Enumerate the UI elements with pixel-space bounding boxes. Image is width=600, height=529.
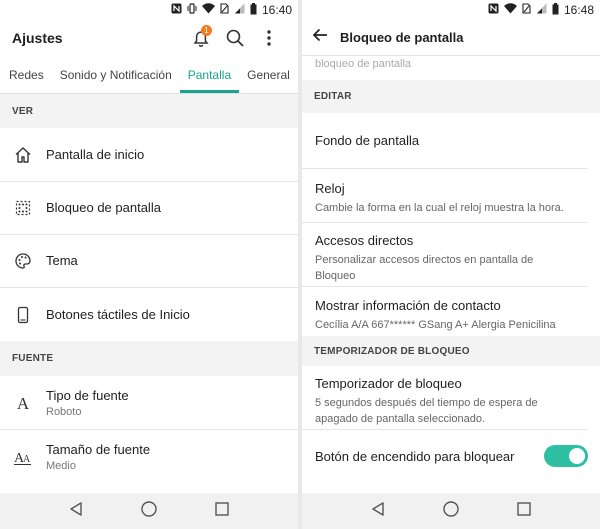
tab-pantalla[interactable]: Pantalla xyxy=(179,68,240,93)
settings-screen: 16:40 Ajustes 1 Redes Sonido y Notificac… xyxy=(0,0,298,529)
list-item-tema[interactable]: Tema xyxy=(0,235,298,288)
item-description: Cambie la forma en la cual el reloj mues… xyxy=(315,202,564,214)
font-type-icon: A xyxy=(0,394,46,412)
phone-icon xyxy=(0,306,46,324)
item-label: Botón de encendido para bloquear xyxy=(315,448,515,464)
power-lock-toggle[interactable] xyxy=(544,445,588,467)
no-sim-icon xyxy=(522,3,531,17)
list-item-botones-tactiles[interactable]: Botones táctiles de Inicio xyxy=(0,288,298,341)
section-header-editar: EDITAR xyxy=(302,80,600,113)
list-item-reloj[interactable]: Reloj Cambie la forma en la cual el relo… xyxy=(302,169,588,223)
item-label: Bloqueo de pantalla xyxy=(46,200,161,215)
list-item-boton-encendido[interactable]: Botón de encendido para bloquear xyxy=(302,430,588,482)
tab-sonido-notificacion[interactable]: Sonido y Notificación xyxy=(52,68,180,93)
list-item-fondo-pantalla[interactable]: Fondo de pantalla xyxy=(302,113,588,169)
list-item-informacion-contacto[interactable]: Mostrar información de contacto Cecília … xyxy=(302,287,588,336)
status-bar: 16:40 xyxy=(0,0,298,20)
item-label: Botones táctiles de Inicio xyxy=(46,306,190,322)
font-size-icon: AA xyxy=(0,448,46,466)
item-label: Accesos directos xyxy=(315,233,414,248)
item-label: Tamaño de fuente xyxy=(46,442,151,457)
back-arrow-icon[interactable] xyxy=(312,27,328,48)
svg-text:A: A xyxy=(17,394,30,412)
cut-off-text: bloqueo de pantalla xyxy=(315,58,412,70)
item-value: Roboto xyxy=(46,405,82,418)
app-header: Bloqueo de pantalla xyxy=(302,20,600,56)
wifi-icon xyxy=(201,3,215,17)
nfc-icon xyxy=(488,3,499,17)
vibrate-icon xyxy=(187,3,197,17)
home-nav-icon[interactable] xyxy=(442,500,460,523)
back-nav-icon[interactable] xyxy=(370,501,386,522)
app-header: Ajustes 1 xyxy=(0,20,298,56)
list-item-pantalla-inicio[interactable]: Pantalla de inicio xyxy=(0,128,298,182)
signal-icon xyxy=(234,3,245,17)
nfc-icon xyxy=(171,3,182,17)
toggle-knob xyxy=(569,448,585,464)
list-item-bloqueo-pantalla[interactable]: Bloqueo de pantalla xyxy=(0,182,298,235)
tab-redes[interactable]: Redes xyxy=(0,68,52,93)
svg-text:A: A xyxy=(23,454,31,465)
list-item-tipo-fuente[interactable]: A Tipo de fuente Roboto xyxy=(0,376,298,430)
list-item-temporizador-bloqueo[interactable]: Temporizador de bloqueo 5 segundos despu… xyxy=(302,366,588,430)
clock: 16:48 xyxy=(563,3,594,17)
item-label: Mostrar información de contacto xyxy=(315,298,501,313)
item-description: Cecília A/A 667****** GSang A+ Alergia P… xyxy=(315,319,556,331)
notifications-button[interactable]: 1 xyxy=(184,23,218,53)
item-label: Tipo de fuente xyxy=(46,387,129,403)
item-label: Fondo de pantalla xyxy=(315,133,420,148)
palette-icon xyxy=(0,252,46,270)
item-value: Medio xyxy=(46,460,76,472)
wifi-icon xyxy=(503,3,517,17)
lock-screen-icon xyxy=(0,199,46,217)
battery-icon xyxy=(552,2,559,18)
home-nav-icon[interactable] xyxy=(140,500,158,523)
tab-general[interactable]: General xyxy=(239,68,298,93)
search-icon xyxy=(226,29,244,47)
item-label: Tema xyxy=(46,253,78,268)
list-item-accesos-directos[interactable]: Accesos directos Personalizar accesos di… xyxy=(302,223,588,287)
item-description: 5 segundos después del tiempo de espera … xyxy=(315,397,538,425)
status-bar: 16:48 xyxy=(302,0,600,20)
section-header-ver: VER xyxy=(0,94,298,128)
recents-nav-icon[interactable] xyxy=(214,501,230,522)
navigation-bar xyxy=(302,493,600,529)
home-icon xyxy=(0,146,46,164)
page-title: Bloqueo de pantalla xyxy=(340,30,464,45)
section-header-temporizador: TEMPORIZADOR DE BLOQUEO xyxy=(302,336,600,366)
more-options-button[interactable] xyxy=(252,23,286,53)
clock: 16:40 xyxy=(261,3,292,17)
item-label: Temporizador de bloqueo xyxy=(315,376,462,391)
notification-badge: 1 xyxy=(201,25,212,36)
section-header-fuente: FUENTE xyxy=(0,341,298,376)
no-sim-icon xyxy=(220,3,229,17)
lock-screen-settings: 16:48 Bloqueo de pantalla bloqueo de pan… xyxy=(302,0,600,529)
settings-tabs: Redes Sonido y Notificación Pantalla Gen… xyxy=(0,56,298,94)
search-button[interactable] xyxy=(218,23,252,53)
item-label: Pantalla de inicio xyxy=(46,146,145,162)
signal-icon xyxy=(536,3,547,17)
battery-icon xyxy=(250,2,257,18)
list-item-tamano-fuente[interactable]: AA Tamaño de fuente Medio xyxy=(0,430,298,484)
more-vert-icon xyxy=(267,30,271,46)
back-nav-icon[interactable] xyxy=(68,501,84,522)
item-label: Reloj xyxy=(315,181,345,196)
page-title: Ajustes xyxy=(12,30,63,46)
item-description: Personalizar accesos directos en pantall… xyxy=(315,254,534,282)
recents-nav-icon[interactable] xyxy=(516,501,532,522)
navigation-bar xyxy=(0,493,298,529)
